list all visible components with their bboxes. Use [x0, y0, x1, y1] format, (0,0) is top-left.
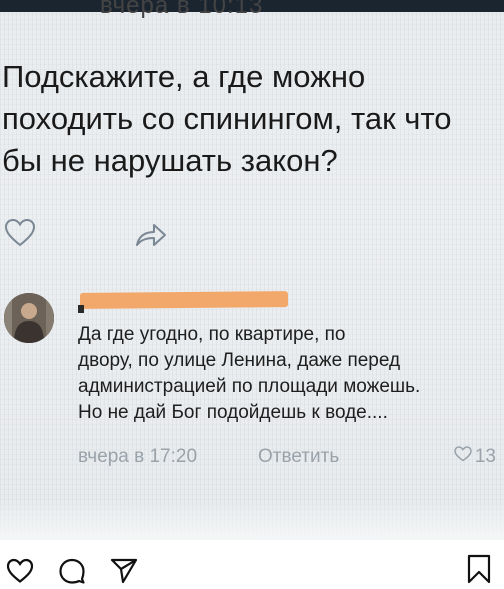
redacted-username [79, 291, 289, 309]
commenter-avatar[interactable] [4, 293, 54, 343]
reply-link[interactable]: Ответить [258, 446, 339, 468]
comment-bubble-icon[interactable] [58, 558, 86, 589]
comment-text: Да где угодно, по квартире, по двору, по… [78, 324, 421, 423]
comment-like-count: 13 [474, 446, 496, 467]
comment-time: вчера в 17:20 [78, 446, 198, 467]
post-timestamp: вчера в 10:13 [100, 0, 264, 19]
paper-plane-icon[interactable] [110, 558, 138, 589]
comment-meta: вчера в 17:20 Ответить 13 [78, 446, 498, 470]
heart-icon [454, 446, 472, 468]
redaction-remnant [78, 305, 84, 313]
heart-icon[interactable] [4, 218, 36, 253]
share-arrow-icon[interactable] [134, 222, 168, 253]
instagram-action-bar [0, 540, 504, 586]
bookmark-icon[interactable] [466, 554, 492, 589]
post-text: Подскажите, а где можно походить со спин… [2, 59, 452, 178]
comment-like-button[interactable]: 13 [454, 446, 496, 468]
heart-icon[interactable] [6, 558, 34, 589]
screenshot-photo: вчера в 10:13 Подскажите, а где можно по… [0, 0, 504, 540]
